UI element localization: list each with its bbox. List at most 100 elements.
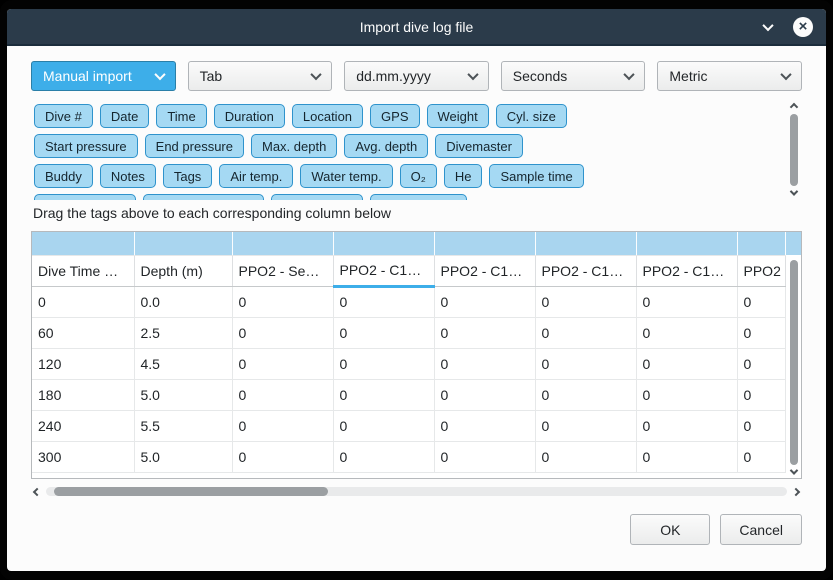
tag-max-depth[interactable]: Max. depth <box>251 134 337 158</box>
table-cell: 2.5 <box>134 317 232 348</box>
column-header-row: Dive Time …Depth (m)PPO2 - Se…PPO2 - C1…… <box>32 255 786 286</box>
table-cell: 0.0 <box>134 286 232 317</box>
chevron-down-icon <box>467 69 478 80</box>
table-cell: 240 <box>32 410 134 441</box>
field-separator-select[interactable]: Tab <box>188 61 333 91</box>
column-drop-cell[interactable] <box>434 232 535 255</box>
tag-weight[interactable]: Weight <box>427 104 489 128</box>
table-cell: 180 <box>32 379 134 410</box>
scrollbar-thumb[interactable] <box>790 260 798 465</box>
tag-sample-pressure[interactable]: Sample pressure <box>143 194 263 200</box>
table-cell: 0 <box>737 441 786 472</box>
scroll-left-icon[interactable] <box>33 487 41 495</box>
table-vscrollbar[interactable] <box>787 256 800 477</box>
tag-air-temp[interactable]: Air temp. <box>219 164 293 188</box>
table-row: 2405.5000000 <box>32 410 786 441</box>
tag-tags[interactable]: Tags <box>163 164 212 188</box>
scroll-down-icon[interactable] <box>789 187 797 195</box>
tag-sample-po[interactable]: Sample pO₂ <box>271 194 363 200</box>
tag-duration[interactable]: Duration <box>214 104 285 128</box>
close-button[interactable]: × <box>793 17 813 37</box>
tag-gps[interactable]: GPS <box>370 104 419 128</box>
tag-row: Sample depth Sample pressure Sample pO₂ Sam… <box>34 194 780 200</box>
column-drop-cell[interactable] <box>333 232 434 255</box>
table-cell: 120 <box>32 348 134 379</box>
chevron-down-icon <box>311 69 322 80</box>
preview-table-panel: Dive Time …Depth (m)PPO2 - Se…PPO2 - C1…… <box>31 231 802 479</box>
column-drop-cell[interactable] <box>535 232 636 255</box>
field-separator-value: Tab <box>200 68 223 84</box>
scroll-down-icon[interactable] <box>789 466 797 474</box>
column-drop-cell[interactable] <box>737 232 786 255</box>
table-cell: 0 <box>333 317 434 348</box>
tag-notes[interactable]: Notes <box>100 164 156 188</box>
column-header[interactable]: PPO2 - Se… <box>232 255 333 286</box>
tag-time[interactable]: Time <box>156 104 206 128</box>
tag-end-pressure[interactable]: End pressure <box>145 134 244 158</box>
tag-cyl-size[interactable]: Cyl. size <box>496 104 567 128</box>
tag-sample-depth[interactable]: Sample depth <box>34 194 136 200</box>
tag-buddy[interactable]: Buddy <box>34 164 93 188</box>
column-drop-cell[interactable] <box>636 232 737 255</box>
scrollbar-thumb[interactable] <box>54 487 328 496</box>
chevron-down-icon <box>762 19 773 30</box>
tag-panel-scrollbar[interactable] <box>787 102 800 198</box>
date-format-select[interactable]: dd.mm.yyyy <box>344 61 489 91</box>
table-cell: 0 <box>32 286 134 317</box>
column-header[interactable]: Dive Time … <box>32 255 134 286</box>
tag-water-temp[interactable]: Water temp. <box>300 164 392 188</box>
tag-he[interactable]: He <box>444 164 483 188</box>
column-header[interactable]: PPO2 - C1… <box>737 255 786 286</box>
tag-location[interactable]: Location <box>292 104 363 128</box>
tag-divemaster[interactable]: Divemaster <box>435 134 523 158</box>
shade-button[interactable] <box>759 18 777 36</box>
column-header[interactable]: Depth (m) <box>134 255 232 286</box>
tag-row: Buddy Notes Tags Air temp. Water temp. O₂ HeSa… <box>34 164 780 188</box>
import-source-value: Manual import <box>43 68 132 84</box>
tag-o[interactable]: O₂ <box>400 164 437 188</box>
table-cell: 0 <box>232 317 333 348</box>
column-header[interactable]: PPO2 - C1… <box>535 255 636 286</box>
table-cell: 0 <box>434 348 535 379</box>
tag-rows: Dive # Date Time Duration Location GPS Weight C… <box>34 104 780 200</box>
scroll-right-icon[interactable] <box>792 487 800 495</box>
table-cell: 0 <box>636 286 737 317</box>
titlebar[interactable]: Import dive log file × <box>7 9 826 46</box>
table-row: 1805.0000000 <box>32 379 786 410</box>
table-cell: 0 <box>434 379 535 410</box>
table-cell: 0 <box>737 286 786 317</box>
tag-panel: Dive # Date Time Duration Location GPS Weight C… <box>31 100 802 200</box>
table-cell: 0 <box>636 441 737 472</box>
scrollbar-track[interactable] <box>46 487 787 496</box>
table-cell: 0 <box>232 348 333 379</box>
column-drop-cell[interactable] <box>134 232 232 255</box>
column-header[interactable]: PPO2 - C1… <box>333 255 434 286</box>
units-select[interactable]: Metric <box>657 61 802 91</box>
duration-format-select[interactable]: Seconds <box>501 61 646 91</box>
table-hscrollbar[interactable] <box>31 484 802 499</box>
chevron-down-icon <box>780 69 791 80</box>
column-header[interactable]: PPO2 - C1… <box>434 255 535 286</box>
tag-dive[interactable]: Dive # <box>34 104 93 128</box>
table-cell: 0 <box>434 441 535 472</box>
table-row: 3005.0000000 <box>32 441 786 472</box>
tag-sample-time[interactable]: Sample time <box>489 164 583 188</box>
ok-button[interactable]: OK <box>630 514 710 545</box>
column-header[interactable]: PPO2 - C1… <box>636 255 737 286</box>
import-source-select[interactable]: Manual import <box>31 61 176 91</box>
table-cell: 0 <box>434 410 535 441</box>
tag-date[interactable]: Date <box>100 104 149 128</box>
scrollbar-thumb[interactable] <box>790 114 798 186</box>
table-cell: 0 <box>636 410 737 441</box>
column-drop-cell[interactable] <box>232 232 333 255</box>
scroll-up-icon[interactable] <box>789 103 797 111</box>
units-value: Metric <box>669 68 707 84</box>
table-cell: 0 <box>232 379 333 410</box>
table-cell: 0 <box>535 379 636 410</box>
table-row: 1204.5000000 <box>32 348 786 379</box>
tag-avg-depth[interactable]: Avg. depth <box>344 134 428 158</box>
tag-sample-cns[interactable]: Sample CNS <box>370 194 467 200</box>
column-drop-cell[interactable] <box>32 232 134 255</box>
tag-start-pressure[interactable]: Start pressure <box>34 134 138 158</box>
cancel-button[interactable]: Cancel <box>720 514 802 545</box>
